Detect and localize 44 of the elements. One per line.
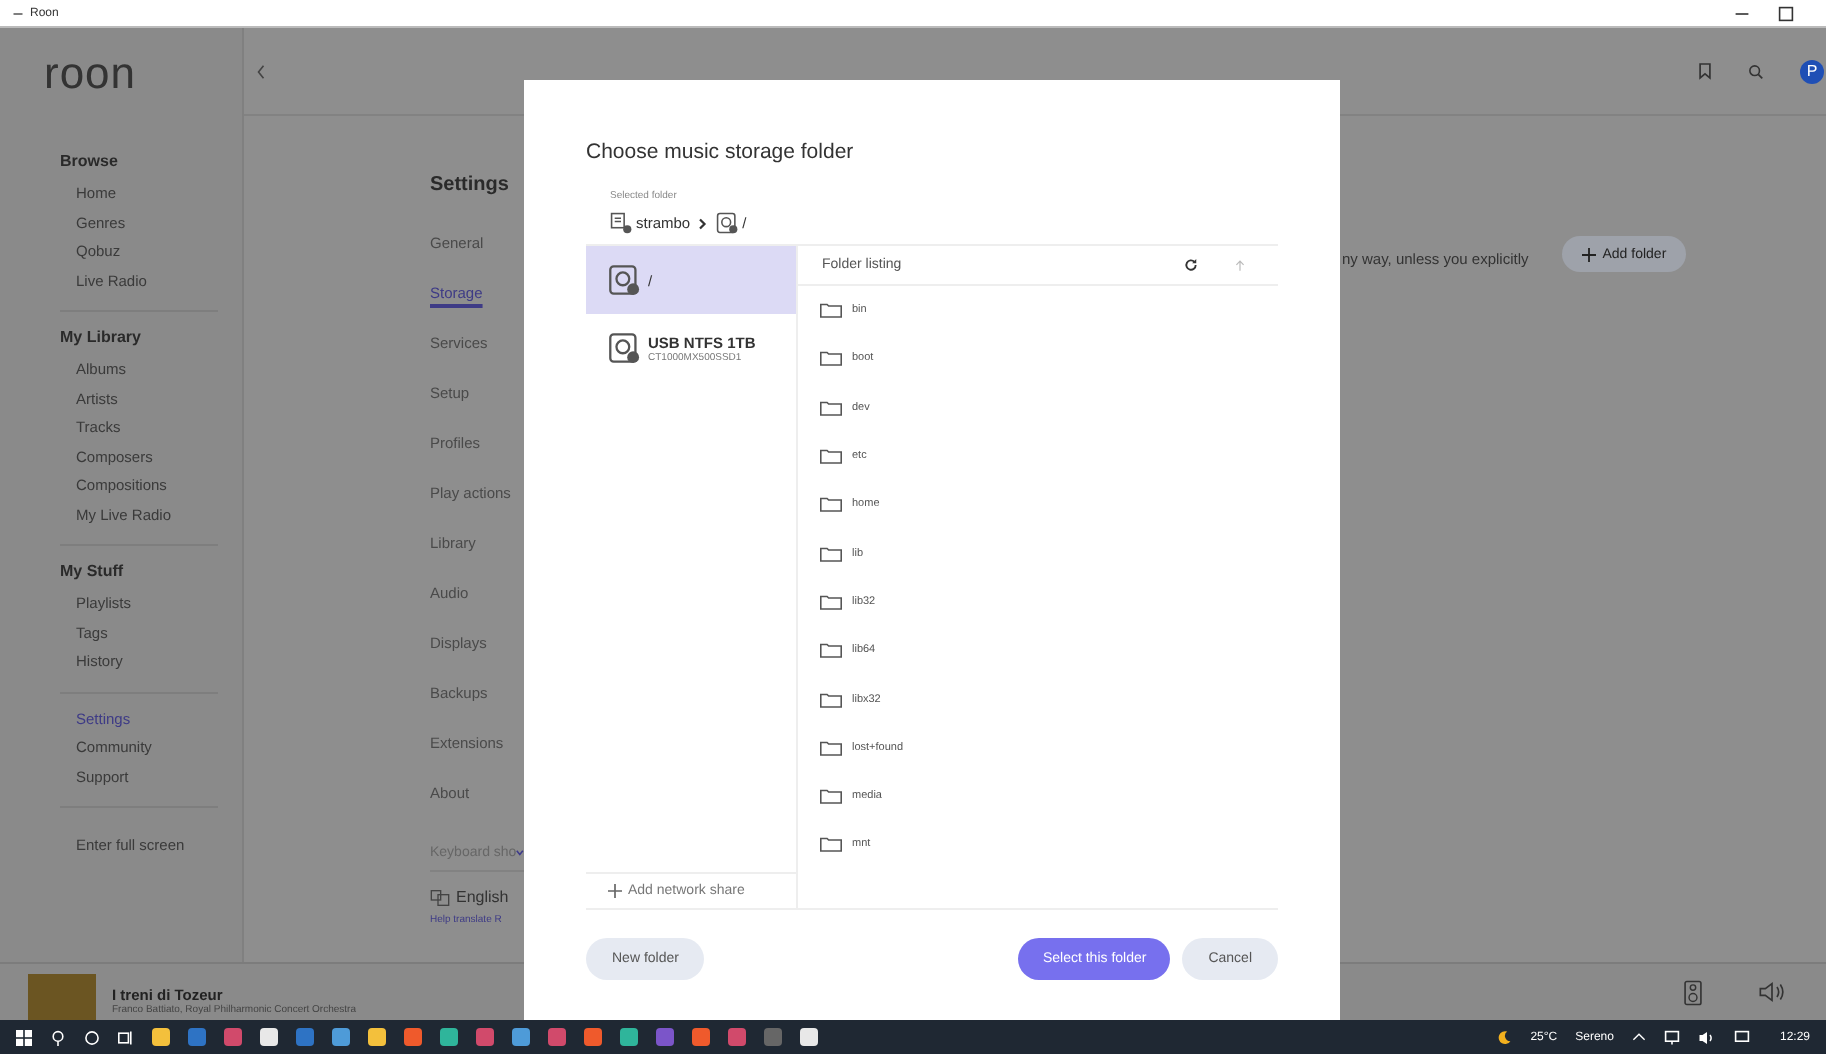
start-icon[interactable] bbox=[16, 1029, 32, 1045]
search-icon[interactable] bbox=[50, 1029, 66, 1045]
folder-icon bbox=[820, 302, 842, 319]
folder-icon bbox=[820, 691, 842, 708]
caret-up-icon[interactable] bbox=[1631, 1032, 1646, 1042]
folder-icon bbox=[820, 642, 842, 659]
app-logo: roon bbox=[42, 48, 139, 102]
back-chevron-icon[interactable] bbox=[256, 63, 266, 79]
dialog-title: Choose music storage folder bbox=[586, 140, 856, 168]
maximize-icon[interactable] bbox=[1778, 5, 1794, 21]
drive-icon bbox=[608, 264, 640, 296]
profile-avatar[interactable]: P bbox=[1800, 59, 1824, 83]
album-art-placeholder bbox=[28, 974, 96, 1020]
folder-icon bbox=[820, 545, 842, 562]
folder-icon bbox=[820, 496, 842, 513]
speaker-icon[interactable] bbox=[1684, 979, 1702, 1005]
computer-icon bbox=[610, 212, 632, 234]
folder-icon bbox=[820, 399, 842, 416]
language-selector[interactable]: English bbox=[456, 888, 509, 906]
volume-icon[interactable] bbox=[1697, 1029, 1716, 1045]
folder-icon bbox=[820, 350, 842, 367]
folder-icon bbox=[820, 593, 842, 610]
plus-icon bbox=[608, 884, 622, 898]
drive-icon bbox=[608, 332, 640, 364]
circle-icon[interactable] bbox=[84, 1029, 100, 1045]
section-heading: My Library bbox=[60, 326, 143, 350]
network-icon[interactable] bbox=[1663, 1029, 1680, 1045]
folder-icon bbox=[820, 448, 842, 465]
language-icon bbox=[430, 889, 450, 905]
folder-icon bbox=[820, 836, 842, 853]
breadcrumb-chevron-icon bbox=[698, 217, 709, 229]
drive-icon bbox=[716, 212, 739, 234]
folder-icon bbox=[820, 788, 842, 805]
folder-icon bbox=[820, 739, 842, 756]
task-view-icon[interactable] bbox=[118, 1029, 134, 1045]
bookmark-icon[interactable] bbox=[1698, 62, 1712, 80]
settings-heading: Settings bbox=[430, 174, 511, 200]
app-menu-icon[interactable] bbox=[12, 7, 24, 19]
section-heading: Browse bbox=[60, 150, 120, 174]
chevron-down-icon[interactable] bbox=[516, 847, 524, 857]
section-heading: My Stuff bbox=[60, 560, 126, 584]
plus-icon bbox=[1582, 247, 1597, 261]
refresh-icon[interactable] bbox=[1184, 258, 1198, 272]
moon-icon bbox=[1496, 1029, 1513, 1045]
